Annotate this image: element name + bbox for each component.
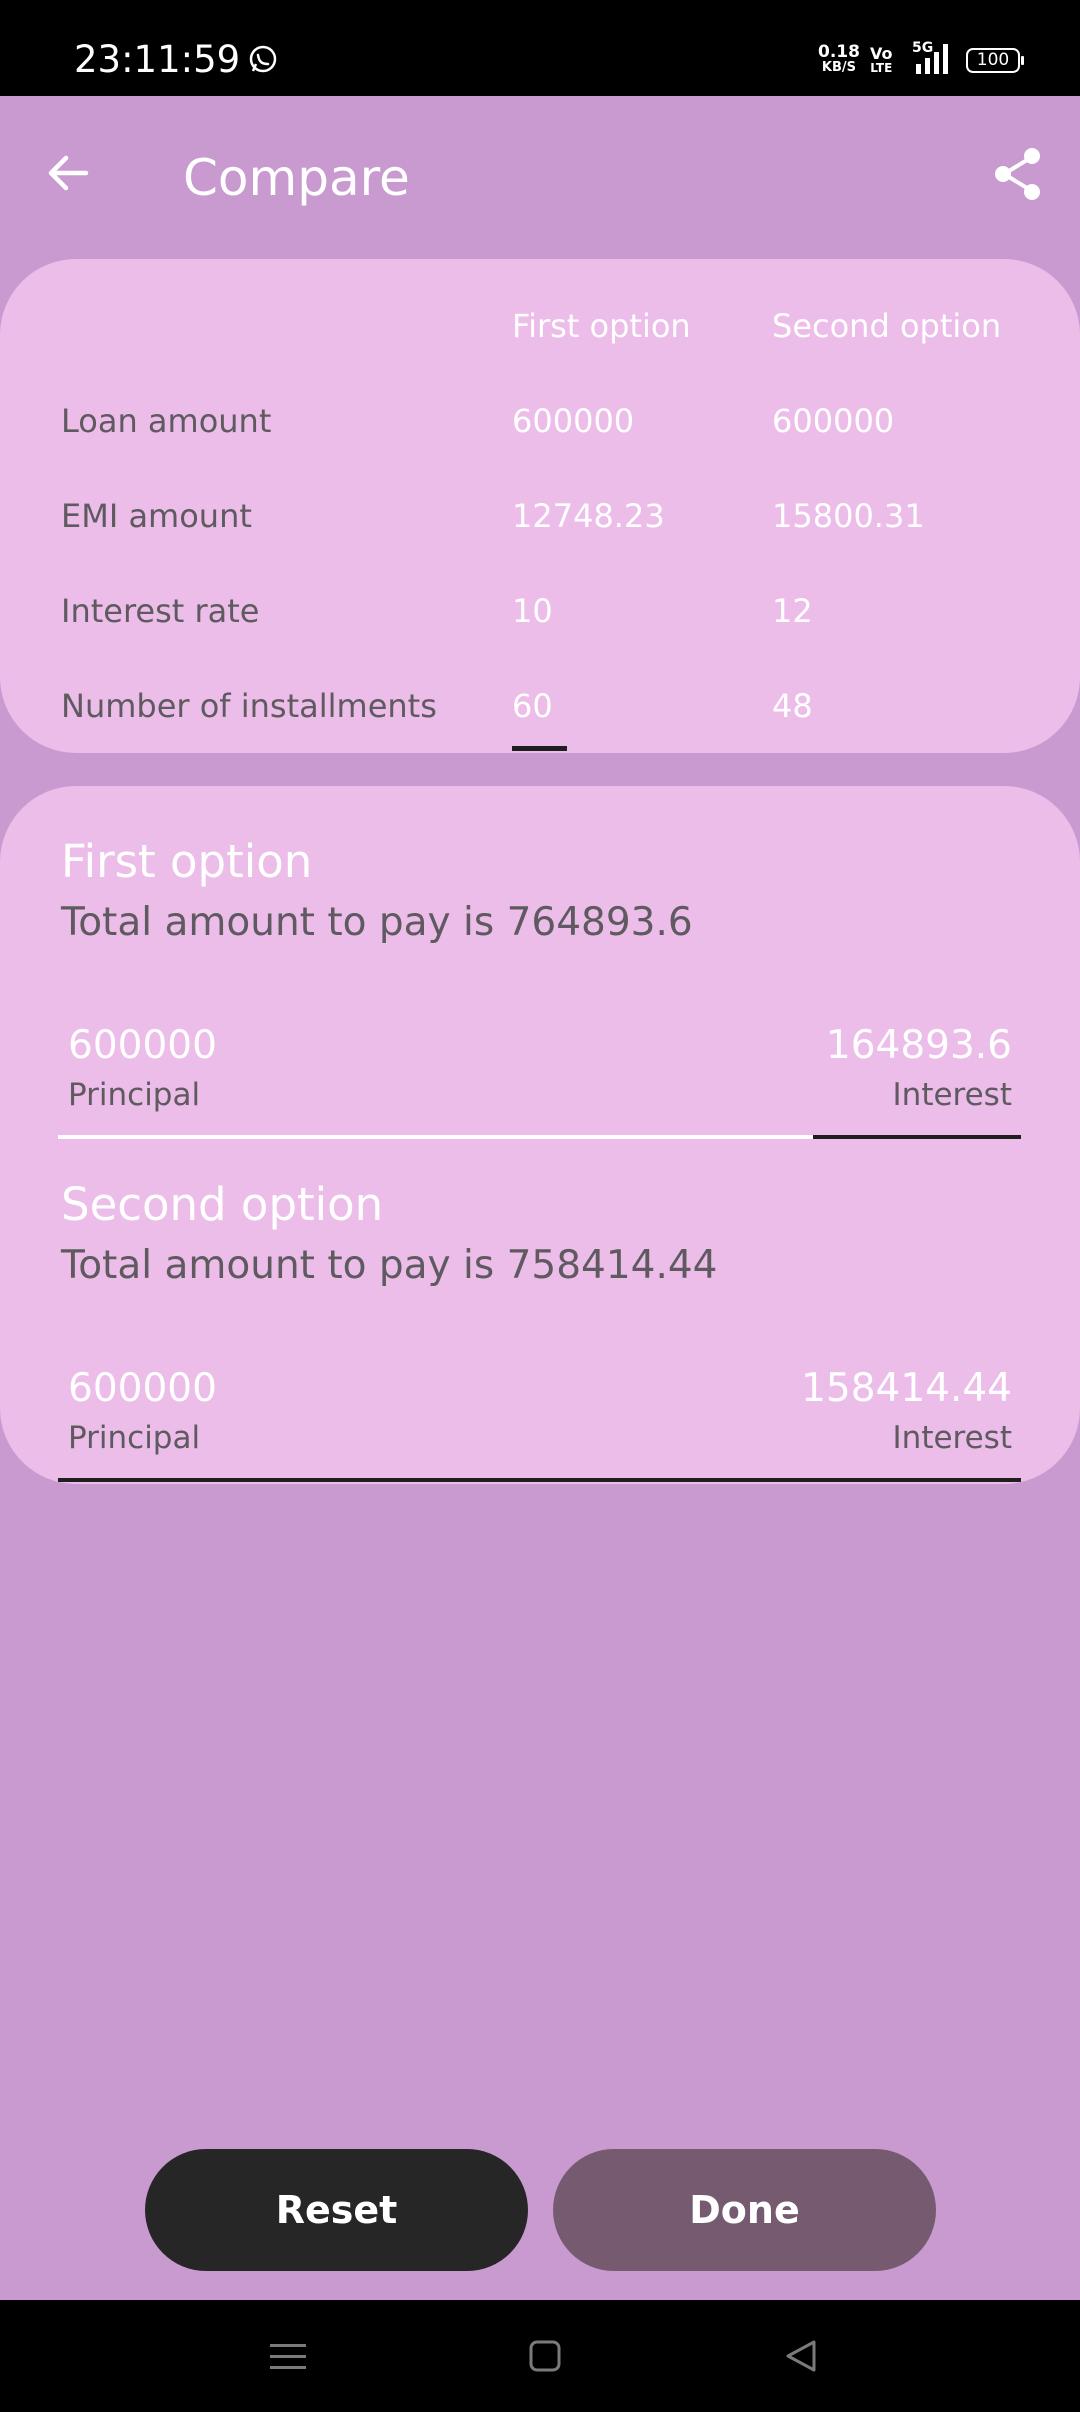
first-interest-label: Interest xyxy=(892,1077,1012,1113)
first-principal-interest-bar xyxy=(58,1135,1021,1139)
second-interest-label: Interest xyxy=(892,1420,1012,1456)
loan-amount-second[interactable]: 600000 xyxy=(772,401,894,441)
first-principal-segment xyxy=(58,1135,813,1139)
app-bar: Compare xyxy=(0,96,1080,260)
summary-card: First option Total amount to pay is 7648… xyxy=(0,786,1080,1484)
row-label-loan-amount: Loan amount xyxy=(61,402,272,440)
comparison-card: First option Second option Loan amount 6… xyxy=(0,259,1080,753)
active-field-underline xyxy=(512,746,567,751)
nav-back-icon[interactable] xyxy=(784,2339,818,2373)
reset-button[interactable]: Reset xyxy=(145,2149,528,2271)
first-option-total: Total amount to pay is 764893.6 xyxy=(61,900,693,945)
header-second-option: Second option xyxy=(772,307,1002,345)
first-principal-label: Principal xyxy=(68,1077,201,1113)
installments-first[interactable]: 60 xyxy=(512,686,553,726)
battery-icon: 100 xyxy=(966,48,1024,73)
emi-amount-second[interactable]: 15800.31 xyxy=(772,496,925,536)
header-first-option: First option xyxy=(512,307,691,345)
row-label-interest-rate: Interest rate xyxy=(61,592,260,630)
menu-icon[interactable] xyxy=(270,2342,306,2372)
signal-icon: 5G xyxy=(912,40,956,76)
second-principal-segment xyxy=(58,1478,820,1482)
row-label-number-of-installments: Number of installments xyxy=(61,687,437,725)
interest-rate-second[interactable]: 12 xyxy=(772,591,813,631)
loan-amount-first[interactable]: 600000 xyxy=(512,401,634,441)
interest-rate-first[interactable]: 10 xyxy=(512,591,553,631)
whatsapp-icon xyxy=(249,45,277,73)
volte-top: Vo xyxy=(870,44,893,63)
second-principal-label: Principal xyxy=(68,1420,201,1456)
volte-bottom: LTE xyxy=(870,61,893,75)
first-option-title: First option xyxy=(61,835,313,888)
network-speed-unit: KB/S xyxy=(821,60,857,75)
home-icon[interactable] xyxy=(528,2339,562,2373)
status-bar: 23:11:59 0.18 KB/S Vo LTE 5G 100 xyxy=(0,0,1080,96)
done-button[interactable]: Done xyxy=(553,2149,936,2271)
row-label-emi-amount: EMI amount xyxy=(61,497,252,535)
second-principal-value: 600000 xyxy=(68,1366,217,1411)
second-option-total: Total amount to pay is 758414.44 xyxy=(61,1243,718,1288)
emi-amount-first[interactable]: 12748.23 xyxy=(512,496,665,536)
first-principal-value: 600000 xyxy=(68,1023,217,1068)
page-title: Compare xyxy=(183,149,410,207)
share-icon[interactable] xyxy=(992,146,1044,202)
first-interest-value: 164893.6 xyxy=(825,1023,1012,1068)
second-interest-value: 158414.44 xyxy=(801,1366,1012,1411)
volte-indicator: Vo LTE xyxy=(870,46,893,76)
second-principal-interest-bar xyxy=(58,1478,1021,1482)
network-speed-value: 0.18 xyxy=(818,42,860,62)
installments-second[interactable]: 48 xyxy=(772,686,813,726)
back-arrow-icon[interactable] xyxy=(44,149,92,197)
status-time: 23:11:59 xyxy=(74,38,241,81)
network-speed: 0.18 KB/S xyxy=(818,44,860,76)
second-option-title: Second option xyxy=(61,1178,384,1231)
navigation-bar xyxy=(0,2300,1080,2412)
